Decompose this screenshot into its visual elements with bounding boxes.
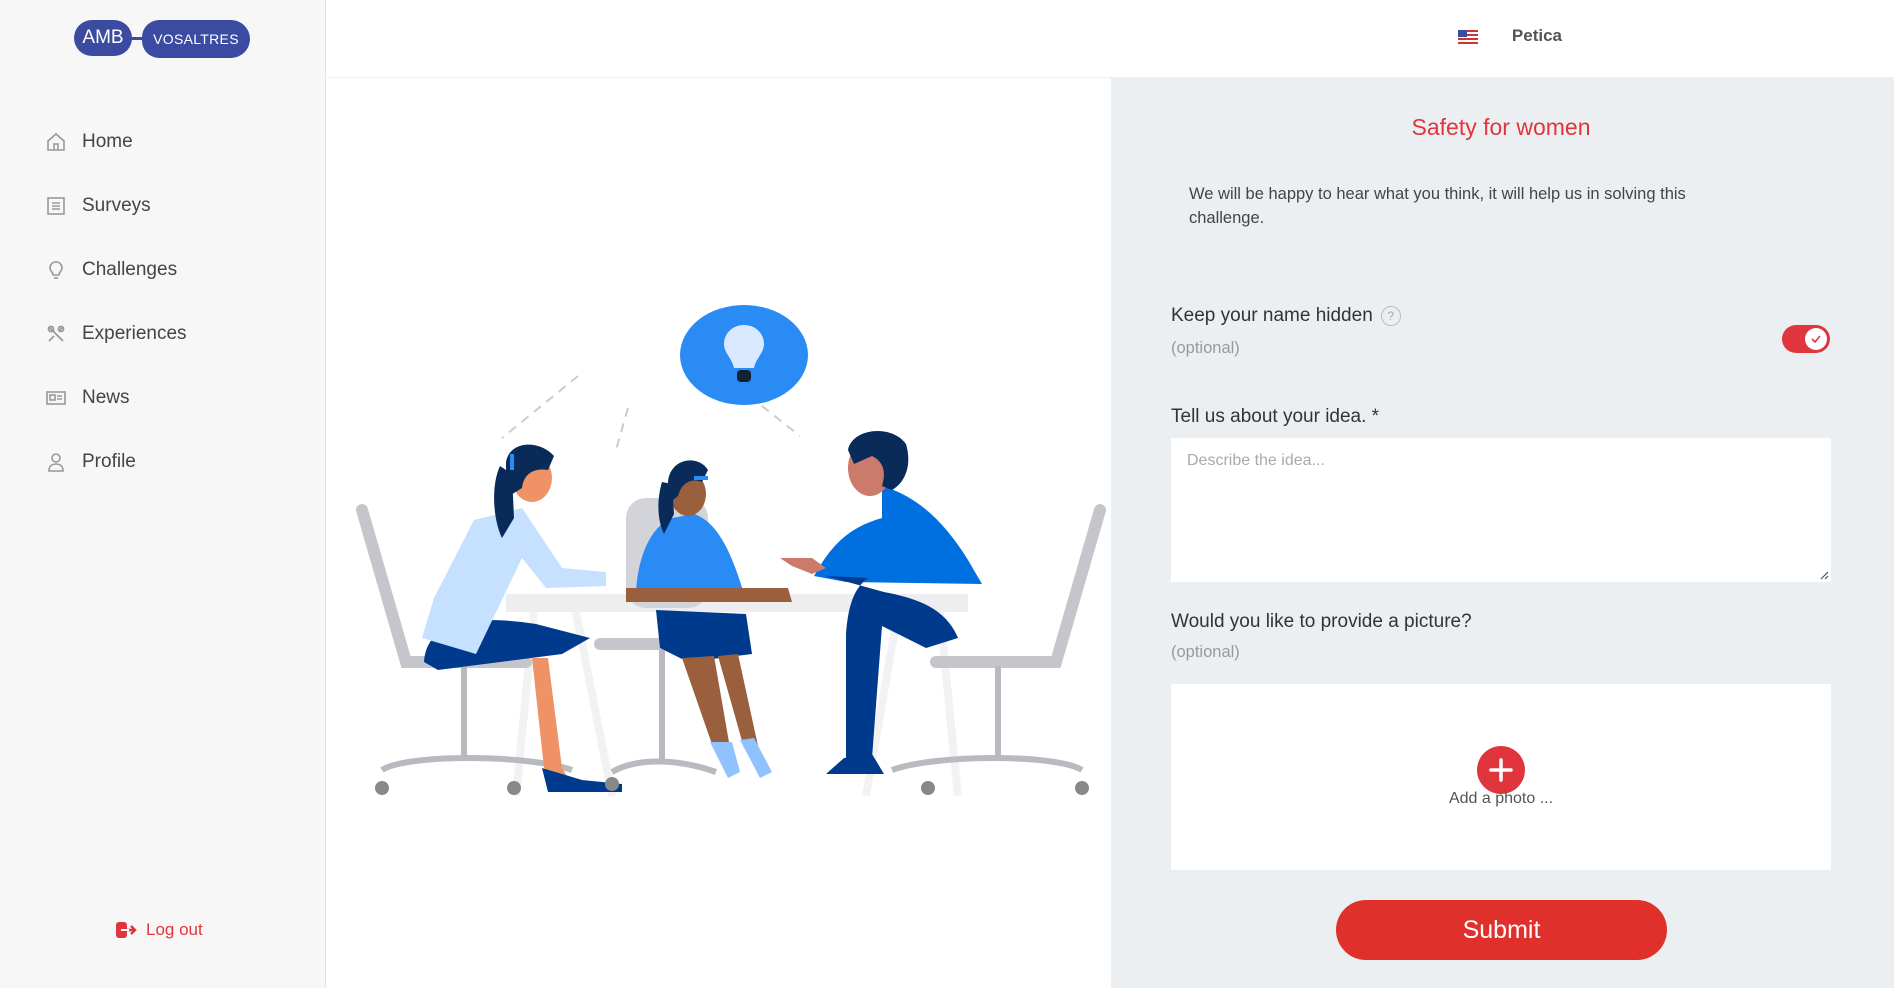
- logo-vosaltres: VOSALTRES: [142, 20, 250, 58]
- sidebar-item-surveys[interactable]: Surveys: [44, 174, 304, 238]
- idea-label: Tell us about your idea. *: [1171, 406, 1380, 427]
- add-photo-label: Add a photo ...: [1448, 790, 1554, 807]
- hide-name-optional: (optional): [1171, 339, 1240, 357]
- photo-upload-area[interactable]: Add a photo ...: [1171, 684, 1831, 870]
- sidebar-item-label: Challenges: [82, 259, 178, 280]
- logout-label: Log out: [146, 920, 203, 939]
- illustration-area: [326, 78, 1111, 988]
- picture-optional: (optional): [1171, 643, 1240, 661]
- list-icon: [44, 194, 68, 218]
- sidebar-item-profile[interactable]: Profile: [44, 430, 304, 494]
- tools-icon: [44, 322, 68, 346]
- hide-name-label-row: Keep your name hidden?: [1171, 305, 1401, 327]
- plus-icon: [1489, 758, 1513, 782]
- add-photo-button[interactable]: [1477, 746, 1525, 794]
- user-name[interactable]: Petica: [1512, 26, 1562, 46]
- hide-name-label: Keep your name hidden: [1171, 305, 1373, 326]
- newspaper-icon: [44, 386, 68, 410]
- resize-grip-icon[interactable]: [1819, 570, 1829, 580]
- app-logo[interactable]: AMB VOSALTRES: [74, 20, 250, 58]
- idea-textarea[interactable]: [1171, 438, 1831, 582]
- home-icon: [44, 130, 68, 154]
- sidebar-nav: Home Surveys Challenges Experiences News: [44, 110, 304, 494]
- toggle-knob: [1805, 328, 1827, 350]
- challenge-title: Safety for women: [1411, 114, 1591, 140]
- challenge-intro: We will be happy to hear what you think,…: [1189, 185, 1686, 227]
- sidebar-item-label: Surveys: [82, 195, 151, 216]
- top-bar: Petica: [326, 0, 1894, 78]
- us-flag-icon[interactable]: [1458, 30, 1478, 44]
- sidebar-item-label: Experiences: [82, 323, 187, 344]
- sidebar: AMB VOSALTRES Home Surveys Challenges Ex…: [0, 0, 326, 988]
- check-icon: [1811, 335, 1821, 343]
- meeting-illustration: [356, 305, 1106, 797]
- sidebar-item-challenges[interactable]: Challenges: [44, 238, 304, 302]
- idea-form-panel: Safety for women We will be happy to hea…: [1111, 78, 1894, 988]
- sidebar-item-experiences[interactable]: Experiences: [44, 302, 304, 366]
- picture-label: Would you like to provide a picture?: [1171, 611, 1472, 632]
- sidebar-item-label: Home: [82, 131, 133, 152]
- user-icon: [44, 450, 68, 474]
- sidebar-item-home[interactable]: Home: [44, 110, 304, 174]
- sidebar-item-label: Profile: [82, 451, 136, 472]
- logout-button[interactable]: Log out: [114, 918, 203, 942]
- sidebar-item-label: News: [82, 387, 130, 408]
- logout-icon: [114, 918, 138, 942]
- sidebar-item-news[interactable]: News: [44, 366, 304, 430]
- submit-button[interactable]: Submit: [1336, 900, 1667, 960]
- lightbulb-icon: [44, 258, 68, 282]
- hide-name-toggle[interactable]: [1782, 325, 1830, 353]
- logo-amb: AMB: [74, 20, 132, 56]
- help-icon[interactable]: ?: [1380, 305, 1401, 326]
